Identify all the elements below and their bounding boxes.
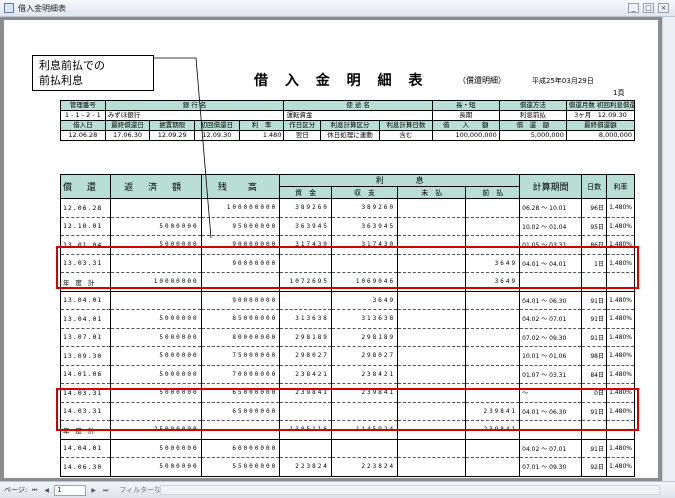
- close-icon[interactable]: ×: [658, 3, 669, 13]
- report-viewport: 借 入 金 明 細 表 （償還明細） 平成25年03月29日 1頁 管理番号 銀…: [0, 17, 675, 481]
- prev-page-icon[interactable]: ◀: [42, 486, 51, 495]
- minimize-icon[interactable]: _: [628, 3, 639, 13]
- window-title: 借入金明細表: [18, 3, 66, 13]
- page-number-input[interactable]: 1: [54, 484, 87, 496]
- horizontal-scrollbar[interactable]: [160, 485, 660, 495]
- vertical-scrollbar[interactable]: [662, 17, 675, 481]
- callout-note: 利息前払での 前払利息: [32, 55, 154, 91]
- report-app-icon: [4, 3, 14, 13]
- page-label: ページ:: [4, 486, 28, 494]
- restore-icon[interactable]: □: [643, 3, 654, 13]
- title-bar: 借入金明細表 _ □ ×: [0, 0, 675, 17]
- callout-line-1: 利息前払での: [39, 59, 105, 72]
- next-page-icon[interactable]: ▶: [89, 486, 98, 495]
- callout-line-2: 前払利息: [39, 74, 83, 87]
- status-bar: ページ: ⏮ ◀ 1 ▶ ⏭ フィルターなし: [0, 481, 675, 498]
- last-page-icon[interactable]: ⏭: [101, 486, 110, 495]
- first-page-icon[interactable]: ⏮: [30, 486, 39, 495]
- report-page: 借 入 金 明 細 表 （償還明細） 平成25年03月29日 1頁 管理番号 銀…: [4, 20, 658, 478]
